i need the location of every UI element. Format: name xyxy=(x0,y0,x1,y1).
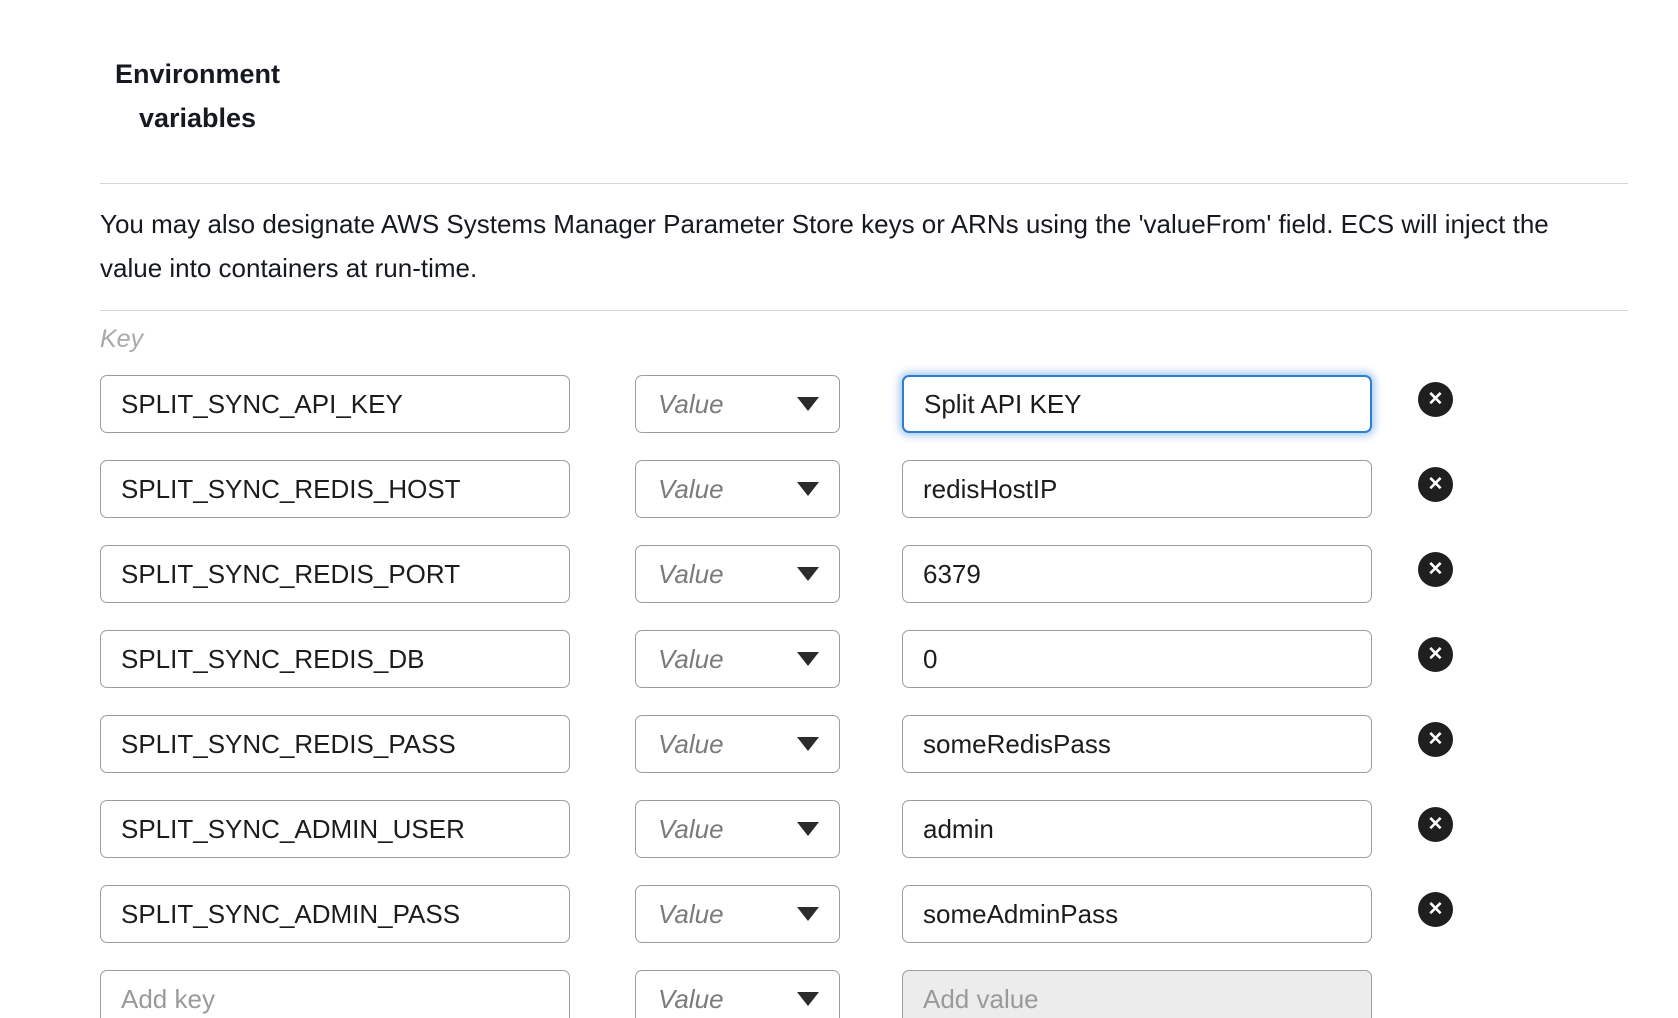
close-icon: ✕ xyxy=(1428,390,1444,409)
chevron-down-icon xyxy=(797,397,819,411)
remove-row-button[interactable]: ✕ xyxy=(1418,637,1453,672)
key-input[interactable] xyxy=(100,715,570,773)
value-type-select[interactable]: Value xyxy=(635,545,840,603)
key-input[interactable] xyxy=(100,545,570,603)
close-icon: ✕ xyxy=(1428,815,1444,834)
value-input[interactable] xyxy=(902,885,1372,943)
value-type-select[interactable]: Value xyxy=(635,715,840,773)
value-type-label: Value xyxy=(658,729,724,760)
value-type-label: Value xyxy=(658,644,724,675)
value-input[interactable] xyxy=(902,630,1372,688)
value-input[interactable] xyxy=(902,800,1372,858)
remove-row-button[interactable]: ✕ xyxy=(1418,467,1453,502)
divider-bottom xyxy=(100,310,1628,311)
key-input[interactable] xyxy=(100,885,570,943)
value-type-label: Value xyxy=(658,389,724,420)
value-type-label: Value xyxy=(658,984,724,1015)
value-type-select[interactable]: Value xyxy=(635,800,840,858)
close-icon: ✕ xyxy=(1428,560,1444,579)
value-type-label: Value xyxy=(658,559,724,590)
chevron-down-icon xyxy=(797,482,819,496)
value-type-select[interactable]: Value xyxy=(635,970,840,1018)
value-type-select[interactable]: Value xyxy=(635,375,840,433)
remove-row-button[interactable]: ✕ xyxy=(1418,807,1453,842)
key-column-label: Key xyxy=(100,325,1678,354)
chevron-down-icon xyxy=(797,737,819,751)
remove-row-button[interactable]: ✕ xyxy=(1418,892,1453,927)
environment-variables-section: Environment variables You may also desig… xyxy=(0,0,1678,1018)
value-type-label: Value xyxy=(658,474,724,505)
value-type-select[interactable]: Value xyxy=(635,885,840,943)
add-key-input[interactable] xyxy=(100,970,570,1018)
value-type-select[interactable]: Value xyxy=(635,630,840,688)
chevron-down-icon xyxy=(797,907,819,921)
divider-top xyxy=(100,183,1628,184)
close-icon: ✕ xyxy=(1428,730,1444,749)
section-title: Environment variables xyxy=(100,52,295,140)
close-icon: ✕ xyxy=(1428,475,1444,494)
value-input[interactable] xyxy=(902,460,1372,518)
value-input[interactable] xyxy=(902,715,1372,773)
rows-container: Value ✕ Value ✕ Value ✕ Value xyxy=(100,374,1678,1018)
value-input[interactable] xyxy=(902,545,1372,603)
chevron-down-icon xyxy=(797,567,819,581)
chevron-down-icon xyxy=(797,652,819,666)
env-var-row: Value ✕ xyxy=(100,799,1678,859)
add-value-input[interactable] xyxy=(902,970,1372,1018)
remove-row-button[interactable]: ✕ xyxy=(1418,552,1453,587)
chevron-down-icon xyxy=(797,822,819,836)
section-description: You may also designate AWS Systems Manag… xyxy=(100,202,1618,290)
value-type-label: Value xyxy=(658,899,724,930)
key-input[interactable] xyxy=(100,460,570,518)
value-input[interactable] xyxy=(902,375,1372,433)
env-var-row: Value ✕ xyxy=(100,459,1678,519)
close-icon: ✕ xyxy=(1428,645,1444,664)
env-var-row: Value ✕ xyxy=(100,714,1678,774)
key-input[interactable] xyxy=(100,800,570,858)
key-input[interactable] xyxy=(100,630,570,688)
env-var-row: Value ✕ xyxy=(100,544,1678,604)
value-type-select[interactable]: Value xyxy=(635,460,840,518)
value-type-label: Value xyxy=(658,814,724,845)
key-input[interactable] xyxy=(100,375,570,433)
env-var-row: Value ✕ xyxy=(100,629,1678,689)
chevron-down-icon xyxy=(797,992,819,1006)
env-var-row: Value ✕ xyxy=(100,374,1678,434)
remove-row-button[interactable]: ✕ xyxy=(1418,382,1453,417)
remove-row-button[interactable]: ✕ xyxy=(1418,722,1453,757)
add-row: Value xyxy=(100,969,1678,1018)
close-icon: ✕ xyxy=(1428,900,1444,919)
env-var-row: Value ✕ xyxy=(100,884,1678,944)
